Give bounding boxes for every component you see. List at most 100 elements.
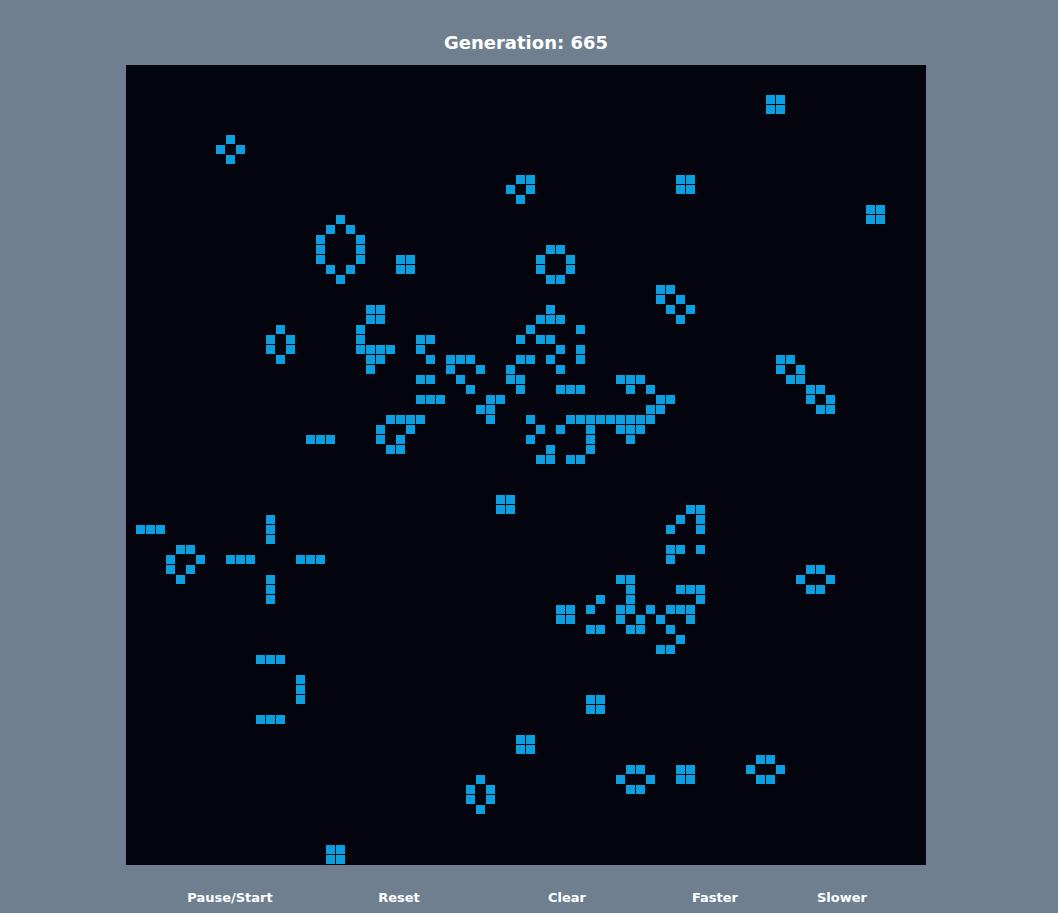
live-cell[interactable] bbox=[526, 355, 535, 364]
live-cell[interactable] bbox=[696, 585, 705, 594]
live-cell[interactable] bbox=[866, 215, 875, 224]
live-cell[interactable] bbox=[356, 235, 365, 244]
live-cell[interactable] bbox=[336, 275, 345, 284]
live-cell[interactable] bbox=[816, 585, 825, 594]
live-cell[interactable] bbox=[496, 495, 505, 504]
live-cell[interactable] bbox=[826, 405, 835, 414]
live-cell[interactable] bbox=[436, 395, 445, 404]
live-cell[interactable] bbox=[566, 385, 575, 394]
live-cell[interactable] bbox=[246, 555, 255, 564]
live-cell[interactable] bbox=[656, 295, 665, 304]
live-cell[interactable] bbox=[456, 355, 465, 364]
live-cell[interactable] bbox=[176, 575, 185, 584]
live-cell[interactable] bbox=[326, 855, 335, 864]
live-cell[interactable] bbox=[406, 265, 415, 274]
live-cell[interactable] bbox=[636, 375, 645, 384]
live-cell[interactable] bbox=[506, 505, 515, 514]
live-cell[interactable] bbox=[826, 395, 835, 404]
live-cell[interactable] bbox=[616, 575, 625, 584]
live-cell[interactable] bbox=[556, 615, 565, 624]
live-cell[interactable] bbox=[406, 425, 415, 434]
live-cell[interactable] bbox=[316, 435, 325, 444]
live-cell[interactable] bbox=[696, 505, 705, 514]
live-cell[interactable] bbox=[526, 745, 535, 754]
live-cell[interactable] bbox=[476, 775, 485, 784]
live-cell[interactable] bbox=[666, 305, 675, 314]
live-cell[interactable] bbox=[386, 415, 395, 424]
live-cell[interactable] bbox=[296, 675, 305, 684]
live-cell[interactable] bbox=[536, 255, 545, 264]
live-cell[interactable] bbox=[166, 565, 175, 574]
live-cell[interactable] bbox=[236, 145, 245, 154]
live-cell[interactable] bbox=[276, 715, 285, 724]
live-cell[interactable] bbox=[816, 565, 825, 574]
live-cell[interactable] bbox=[626, 385, 635, 394]
live-cell[interactable] bbox=[386, 445, 395, 454]
live-cell[interactable] bbox=[506, 495, 515, 504]
live-cell[interactable] bbox=[186, 565, 195, 574]
live-cell[interactable] bbox=[266, 715, 275, 724]
live-cell[interactable] bbox=[266, 585, 275, 594]
live-cell[interactable] bbox=[636, 785, 645, 794]
live-cell[interactable] bbox=[566, 255, 575, 264]
live-cell[interactable] bbox=[666, 525, 675, 534]
live-cell[interactable] bbox=[266, 345, 275, 354]
live-cell[interactable] bbox=[686, 585, 695, 594]
live-cell[interactable] bbox=[666, 605, 675, 614]
live-cell[interactable] bbox=[426, 355, 435, 364]
live-cell[interactable] bbox=[366, 315, 375, 324]
live-cell[interactable] bbox=[406, 255, 415, 264]
live-cell[interactable] bbox=[676, 765, 685, 774]
live-cell[interactable] bbox=[626, 375, 635, 384]
live-cell[interactable] bbox=[356, 325, 365, 334]
live-cell[interactable] bbox=[636, 765, 645, 774]
live-cell[interactable] bbox=[296, 555, 305, 564]
live-cell[interactable] bbox=[326, 265, 335, 274]
reset-button[interactable]: Reset bbox=[334, 889, 464, 907]
live-cell[interactable] bbox=[646, 775, 655, 784]
live-cell[interactable] bbox=[366, 365, 375, 374]
live-cell[interactable] bbox=[416, 415, 425, 424]
live-cell[interactable] bbox=[626, 605, 635, 614]
live-cell[interactable] bbox=[336, 845, 345, 854]
live-cell[interactable] bbox=[556, 365, 565, 374]
live-cell[interactable] bbox=[566, 605, 575, 614]
live-cell[interactable] bbox=[366, 355, 375, 364]
live-cell[interactable] bbox=[556, 315, 565, 324]
live-cell[interactable] bbox=[476, 805, 485, 814]
live-cell[interactable] bbox=[686, 615, 695, 624]
live-cell[interactable] bbox=[416, 335, 425, 344]
live-cell[interactable] bbox=[266, 515, 275, 524]
live-cell[interactable] bbox=[566, 265, 575, 274]
live-cell[interactable] bbox=[676, 315, 685, 324]
live-cell[interactable] bbox=[526, 325, 535, 334]
live-cell[interactable] bbox=[656, 615, 665, 624]
live-cell[interactable] bbox=[646, 605, 655, 614]
live-cell[interactable] bbox=[696, 595, 705, 604]
live-cell[interactable] bbox=[376, 345, 385, 354]
live-cell[interactable] bbox=[356, 345, 365, 354]
live-cell[interactable] bbox=[656, 285, 665, 294]
live-cell[interactable] bbox=[276, 325, 285, 334]
live-cell[interactable] bbox=[506, 375, 515, 384]
live-cell[interactable] bbox=[316, 255, 325, 264]
live-cell[interactable] bbox=[636, 615, 645, 624]
live-cell[interactable] bbox=[626, 585, 635, 594]
live-cell[interactable] bbox=[586, 625, 595, 634]
live-cell[interactable] bbox=[666, 555, 675, 564]
live-cell[interactable] bbox=[666, 545, 675, 554]
live-cell[interactable] bbox=[766, 775, 775, 784]
live-cell[interactable] bbox=[616, 375, 625, 384]
live-cell[interactable] bbox=[266, 535, 275, 544]
live-cell[interactable] bbox=[446, 365, 455, 374]
live-cell[interactable] bbox=[556, 385, 565, 394]
live-cell[interactable] bbox=[256, 715, 265, 724]
live-cell[interactable] bbox=[616, 775, 625, 784]
live-cell[interactable] bbox=[636, 415, 645, 424]
live-cell[interactable] bbox=[296, 685, 305, 694]
live-cell[interactable] bbox=[776, 105, 785, 114]
live-cell[interactable] bbox=[266, 525, 275, 534]
live-cell[interactable] bbox=[176, 545, 185, 554]
live-cell[interactable] bbox=[516, 385, 525, 394]
live-cell[interactable] bbox=[626, 595, 635, 604]
